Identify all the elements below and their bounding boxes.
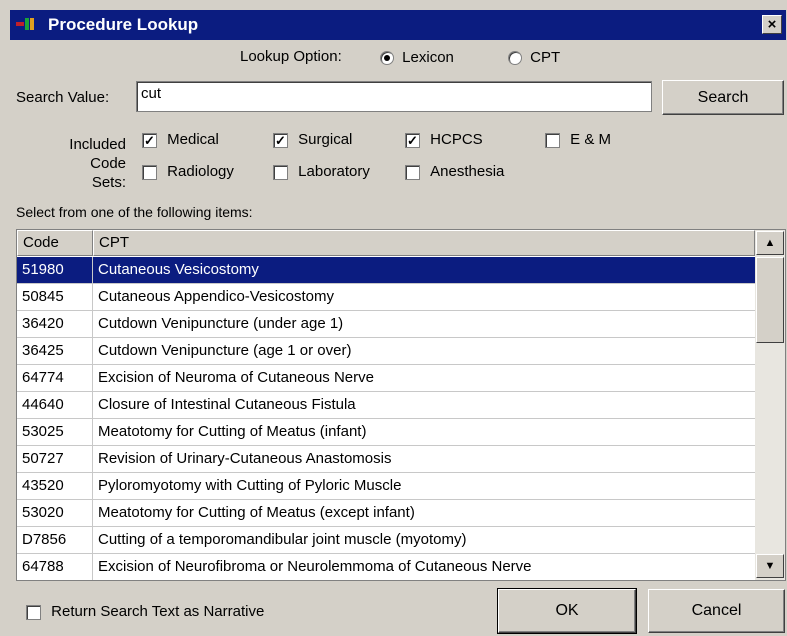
lexicon-label: Lexicon [402,49,454,66]
surgical-check[interactable]: ✓ [273,132,288,148]
em-check[interactable] [545,132,560,148]
scroll-down-button[interactable]: ▼ [756,554,784,578]
table-row[interactable]: 53025 Meatotomy for Cutting of Meatus (in… [17,419,755,446]
table-row[interactable]: 43520 Pyloromyotomy with Cutting of Pylor… [17,473,755,500]
table-row[interactable]: 64774 Excision of Neuroma of Cutaneous Ne… [17,365,755,392]
scroll-up-button[interactable]: ▲ [756,231,784,255]
laboratory-check[interactable] [273,164,288,180]
table-row[interactable]: 50727 Revision of Urinary-Cutaneous Anast… [17,446,755,473]
list-prompt: Select from one of the following items: [16,204,253,220]
scroll-thumb[interactable] [756,257,784,343]
lookup-option-lexicon[interactable]: Lexicon [380,49,454,66]
checkbox-surgical[interactable]: ✓ Surgical [273,131,352,148]
search-value-label: Search Value: [16,89,110,106]
lookup-option-label: Lookup Option: [240,48,342,65]
column-header-code[interactable]: Code [17,230,93,256]
anesthesia-check[interactable] [405,164,420,180]
radiology-check[interactable] [142,164,157,180]
checkbox-hcpcs[interactable]: ✓ HCPCS [405,131,483,148]
checkbox-radiology[interactable]: Radiology [142,163,234,180]
checkbox-laboratory[interactable]: Laboratory [273,163,370,180]
cpt-radio[interactable] [508,51,522,66]
table-row[interactable]: D7856 Cutting of a temporomandibular join… [17,527,755,554]
narrative-option[interactable]: Return Search Text as Narrative [26,603,264,620]
cancel-button[interactable]: Cancel [648,589,785,633]
table-row[interactable]: 64788 Excision of Neurofibroma or Neurole… [17,554,755,580]
table-header: Code CPT [17,230,755,256]
app-icon [16,14,46,36]
close-button[interactable]: × [762,15,782,34]
window-title: Procedure Lookup [48,15,199,34]
table-row[interactable]: 51980 Cutaneous Vesicostomy [17,257,755,284]
search-button[interactable]: Search [662,80,784,115]
table-row[interactable]: 50845 Cutaneous Appendico-Vesicostomy [17,284,755,311]
column-header-cpt[interactable]: CPT [93,230,755,256]
lookup-option-cpt[interactable]: CPT [508,49,560,66]
arrow-up-icon: ▲ [764,237,776,249]
hcpcs-check[interactable]: ✓ [405,132,420,148]
table-row[interactable]: 36420 Cutdown Venipuncture (under age 1) [17,311,755,338]
table-row[interactable]: 53020 Meatotomy for Cutting of Meatus (ex… [17,500,755,527]
checkbox-em[interactable]: E & M [545,131,611,148]
arrow-down-icon: ▼ [764,560,776,572]
table-row[interactable]: 36425 Cutdown Venipuncture (age 1 or over… [17,338,755,365]
code-sets-label: Included Code Sets: [69,136,126,191]
vertical-scrollbar[interactable]: ▲ ▼ [755,230,785,580]
checkbox-anesthesia[interactable]: Anesthesia [405,163,504,180]
close-icon: × [767,16,777,33]
ok-button[interactable]: OK [497,588,637,634]
narrative-check[interactable] [26,604,41,620]
lexicon-radio[interactable] [380,51,394,66]
medical-check[interactable]: ✓ [142,132,157,148]
results-table[interactable]: Code CPT 51980 Cutaneous Vesicostomy 5084… [16,229,786,581]
title-bar: Procedure Lookup × [10,10,786,40]
checkbox-medical[interactable]: ✓ Medical [142,131,219,148]
table-row[interactable]: 44640 Closure of Intestinal Cutaneous Fis… [17,392,755,419]
search-input[interactable]: cut [136,81,652,112]
cpt-label: CPT [530,49,561,66]
